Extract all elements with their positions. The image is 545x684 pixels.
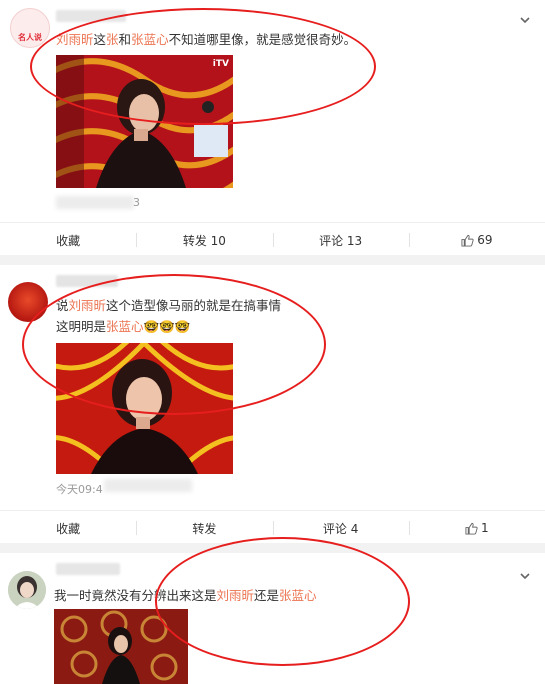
comment-label: 评论 4 — [322, 521, 359, 536]
post-separator — [0, 255, 545, 265]
annotation-circle — [155, 537, 410, 666]
chevron-down-icon[interactable] — [519, 570, 531, 582]
like-count: 1 — [481, 521, 489, 535]
chevron-down-icon[interactable] — [519, 14, 531, 26]
favorite-label: 收藏 — [56, 521, 81, 536]
action-bar: 收藏 转发 10 评论 13 69 — [0, 222, 545, 257]
thumbs-up-icon — [461, 234, 474, 247]
avatar-label: 名人说 — [18, 33, 42, 42]
like-button[interactable]: 69 — [408, 223, 545, 257]
favorite-button[interactable]: 收藏 — [0, 511, 136, 545]
annotation-circle — [22, 274, 326, 415]
comment-button[interactable]: 评论 13 — [272, 223, 409, 257]
comment-label: 评论 13 — [319, 233, 363, 248]
thumbs-up-icon — [465, 522, 478, 535]
repost-button[interactable]: 转发 10 — [136, 223, 272, 257]
avatar[interactable] — [8, 571, 46, 609]
post-meta-blurred — [104, 479, 192, 492]
like-count: 69 — [477, 233, 493, 247]
repost-label: 转发 10 — [182, 233, 226, 248]
username[interactable] — [56, 563, 120, 575]
favorite-label: 收藏 — [56, 233, 81, 248]
post-time: 今天09:4 — [56, 483, 103, 496]
post-meta-blurred — [56, 196, 134, 209]
annotation-circle — [30, 8, 376, 125]
repost-label: 转发 — [192, 521, 217, 536]
like-button[interactable]: 1 — [408, 511, 545, 545]
favorite-button[interactable]: 收藏 — [0, 223, 136, 257]
post-meta: 3 — [133, 196, 140, 209]
